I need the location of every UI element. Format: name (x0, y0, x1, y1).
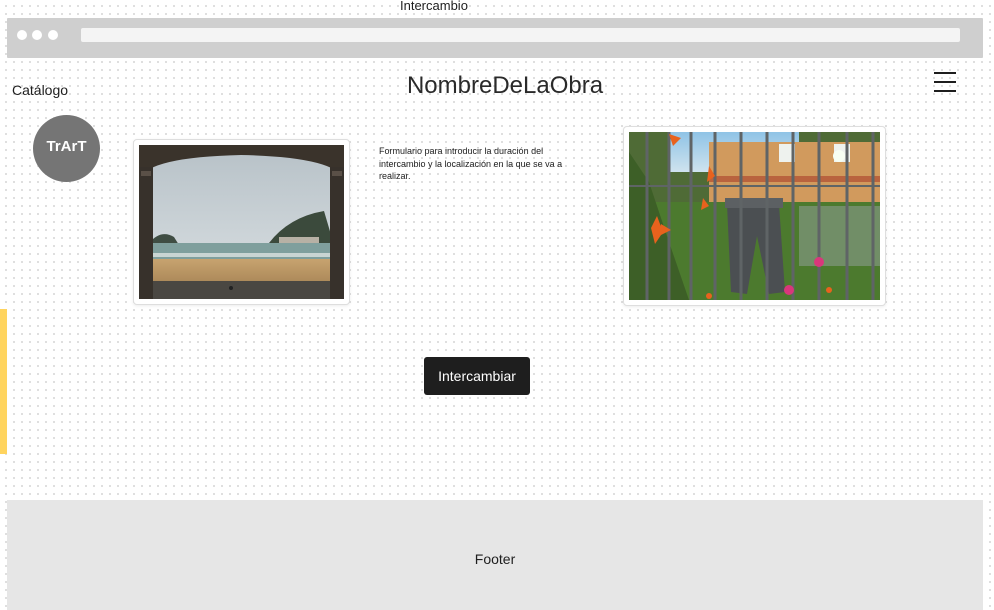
artwork-title: NombreDeLaObra (406, 72, 604, 99)
window-dot-icon (48, 30, 58, 40)
logo-text: TrArT (46, 138, 87, 155)
trart-logo[interactable]: TrArT (33, 115, 100, 182)
window-dot-icon (17, 30, 27, 40)
garden-fence-photo (629, 132, 880, 300)
browser-toolbar (7, 18, 983, 58)
hamburger-icon-line (934, 90, 956, 92)
exchange-form-description: Formulario para introducir la duración d… (379, 146, 563, 181)
beach-archway-photo (139, 145, 344, 299)
hamburger-menu-button[interactable] (934, 71, 956, 93)
offered-artwork-image[interactable] (133, 139, 350, 305)
exchange-button[interactable]: Intercambiar (424, 357, 530, 395)
footer: Footer (7, 500, 983, 610)
address-bar[interactable] (81, 28, 960, 42)
hamburger-icon-line (934, 72, 956, 74)
requested-artwork-image[interactable] (623, 126, 886, 306)
side-panel-tab[interactable] (0, 309, 7, 454)
window-dot-icon (32, 30, 42, 40)
footer-label: Footer (474, 551, 516, 567)
hamburger-icon-line (934, 81, 956, 83)
frame-title: Intercambio (400, 0, 468, 13)
